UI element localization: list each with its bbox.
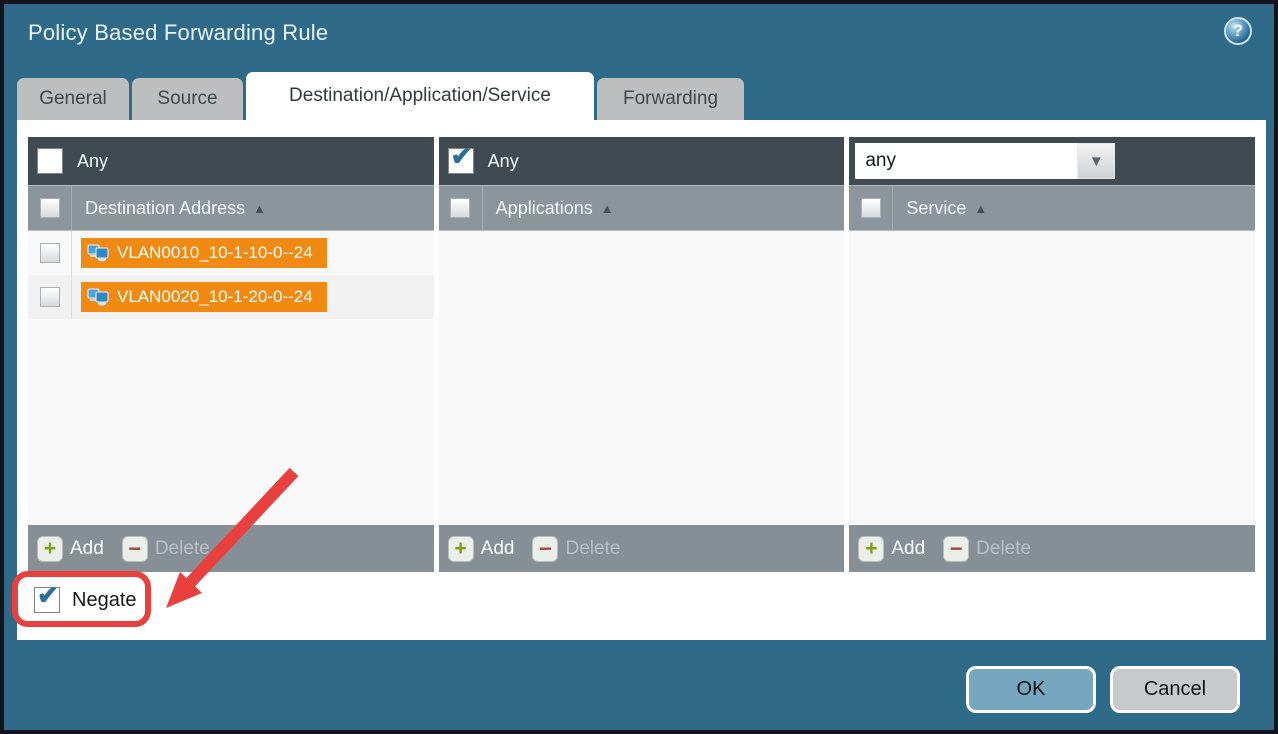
service-toolbar: + Add − Delete (849, 525, 1255, 572)
cancel-button[interactable]: Cancel (1110, 666, 1240, 713)
applications-any-row: Any (439, 137, 845, 185)
applications-header-row: Applications ▲ (439, 185, 845, 231)
applications-any-checkbox[interactable] (448, 148, 474, 174)
negate-checkbox[interactable] (34, 587, 60, 613)
add-button[interactable]: + Add (37, 536, 104, 562)
destination-address-column: Any Destination Address ▲ (28, 137, 434, 572)
sort-asc-icon[interactable]: ▲ (601, 201, 614, 216)
dialog-policy-based-forwarding-rule: Policy Based Forwarding Rule ? General S… (0, 0, 1278, 734)
destination-header-row: Destination Address ▲ (28, 185, 434, 231)
minus-icon: − (532, 536, 558, 562)
applications-list (439, 231, 845, 525)
service-list (849, 231, 1255, 525)
ok-button[interactable]: OK (966, 666, 1096, 713)
chevron-down-icon[interactable]: ▼ (1077, 143, 1115, 179)
delete-button[interactable]: − Delete (532, 536, 620, 562)
add-button[interactable]: + Add (858, 536, 925, 562)
destination-list: VLAN0010_10-1-10-0--24 VLAN (28, 231, 434, 525)
plus-icon: + (858, 536, 884, 562)
dialog-title: Policy Based Forwarding Rule (28, 20, 328, 46)
destination-toolbar: + Add − Delete (28, 525, 434, 572)
tab-forwarding[interactable]: Forwarding (597, 78, 744, 120)
destination-any-label: Any (77, 151, 108, 172)
service-column-header[interactable]: Service (906, 198, 966, 219)
applications-select-all-checkbox[interactable] (450, 198, 470, 218)
sort-asc-icon[interactable]: ▲ (974, 201, 987, 216)
row-checkbox[interactable] (40, 243, 60, 263)
add-button[interactable]: + Add (448, 536, 515, 562)
network-address-icon (87, 288, 109, 306)
service-column: any ▼ Service ▲ + Add − (849, 137, 1255, 572)
negate-label: Negate (72, 589, 137, 612)
network-address-icon (87, 244, 109, 262)
address-object-name: VLAN0020_10-1-20-0--24 (117, 287, 313, 307)
destination-column-header[interactable]: Destination Address (85, 198, 245, 219)
tab-content-panel: Any Destination Address ▲ (17, 120, 1266, 640)
dialog-footer: OK Cancel (966, 666, 1240, 713)
applications-column: Any Applications ▲ + Add − Delete (439, 137, 845, 572)
minus-icon: − (943, 536, 969, 562)
service-header-row: Service ▲ (849, 185, 1255, 231)
sort-asc-icon[interactable]: ▲ (253, 201, 266, 216)
destination-any-checkbox[interactable] (37, 148, 63, 174)
tab-general[interactable]: General (17, 78, 129, 120)
delete-button[interactable]: − Delete (943, 536, 1031, 562)
destination-any-row: Any (28, 137, 434, 185)
tab-destination-application-service[interactable]: Destination/Application/Service (246, 72, 594, 120)
address-object-chip[interactable]: VLAN0020_10-1-20-0--24 (81, 282, 327, 312)
destination-select-all-checkbox[interactable] (40, 198, 60, 218)
plus-icon: + (448, 536, 474, 562)
tab-source[interactable]: Source (132, 78, 243, 120)
applications-toolbar: + Add − Delete (439, 525, 845, 572)
tab-bar: General Source Destination/Application/S… (17, 72, 744, 120)
service-select-all-checkbox[interactable] (861, 198, 881, 218)
service-dropdown-value[interactable]: any (855, 143, 1077, 179)
negate-row: Negate (34, 587, 137, 613)
applications-column-header[interactable]: Applications (496, 198, 593, 219)
list-item[interactable]: VLAN0020_10-1-20-0--24 (28, 275, 434, 319)
service-any-row: any ▼ (849, 137, 1255, 185)
delete-button[interactable]: − Delete (122, 536, 210, 562)
help-icon[interactable]: ? (1224, 17, 1252, 45)
plus-icon: + (37, 536, 63, 562)
address-object-chip[interactable]: VLAN0010_10-1-10-0--24 (81, 238, 327, 268)
list-item[interactable]: VLAN0010_10-1-10-0--24 (28, 231, 434, 275)
row-checkbox[interactable] (40, 287, 60, 307)
service-dropdown[interactable]: any ▼ (855, 143, 1115, 179)
address-object-name: VLAN0010_10-1-10-0--24 (117, 243, 313, 263)
applications-any-label: Any (488, 151, 519, 172)
minus-icon: − (122, 536, 148, 562)
